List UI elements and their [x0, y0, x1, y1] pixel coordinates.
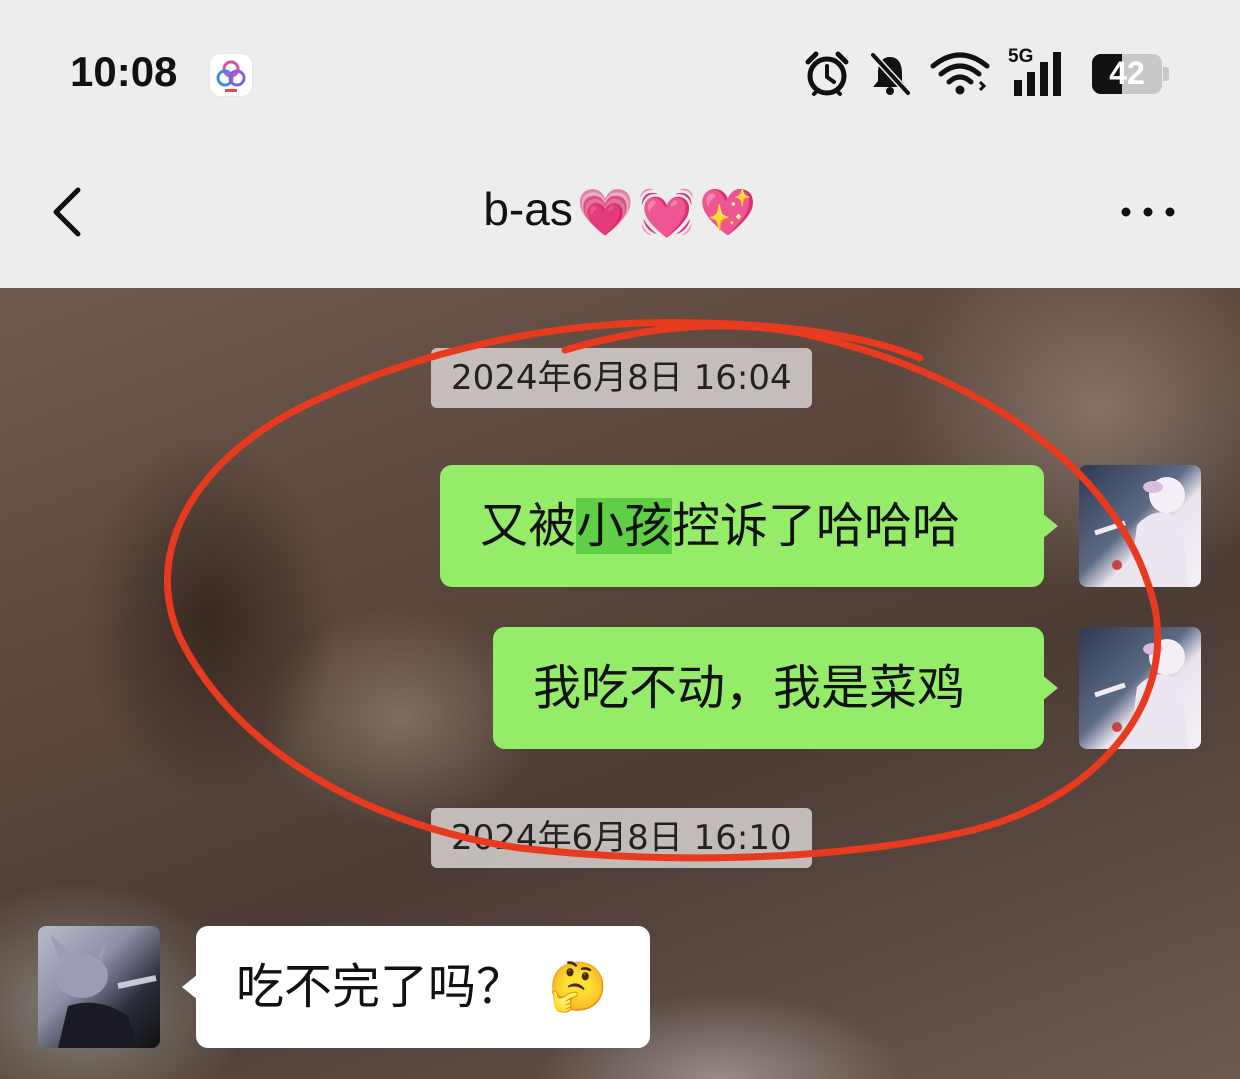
my-avatar[interactable] [1079, 627, 1201, 749]
title-emojis: 💗 💓 💖 [577, 185, 757, 240]
highlighted-text: 小孩 [576, 498, 673, 554]
beating-heart-emoji: 💓 [638, 186, 696, 239]
status-time: 10:08 [70, 48, 178, 95]
chat-title: b-as 💗 💓 💖 [0, 182, 1240, 240]
contact-avatar[interactable] [38, 926, 160, 1048]
status-icons: 5G 42 [804, 46, 1169, 100]
contact-name: b-as [483, 183, 573, 235]
incoming-message-bubble[interactable]: 吃不完了吗？ 🤔 [182, 926, 650, 1048]
bell-off-icon [870, 52, 911, 96]
growing-heart-emoji: 💗 [576, 186, 635, 239]
outgoing-message-bubble[interactable]: 又被小孩控诉了哈哈哈 [440, 465, 1058, 587]
message-text: 控诉了哈哈哈 [672, 498, 961, 554]
thinking-face-emoji: 🤔 [548, 959, 608, 1015]
more-button[interactable] [1118, 192, 1182, 232]
message-text: 又被 [480, 498, 577, 554]
multi-circle-app-icon [210, 54, 252, 96]
status-bar: 10:08 5G 42 [0, 0, 1240, 140]
cellular-5g-icon: 5G [1008, 46, 1070, 98]
chat-header: b-as 💗 💓 💖 [0, 140, 1240, 288]
battery-level: 42 [1109, 55, 1145, 91]
outgoing-message-bubble[interactable]: 我吃不动，我是菜鸡 [493, 627, 1058, 749]
timestamp-chip: 2024年6月8日 16:04 [431, 348, 812, 408]
more-dots-icon [1121, 207, 1175, 217]
wifi-icon [930, 52, 990, 95]
battery-indicator: 42 [1092, 54, 1169, 94]
my-avatar[interactable] [1079, 465, 1201, 587]
timestamp-chip: 2024年6月8日 16:10 [431, 808, 812, 868]
alarm-icon [805, 51, 849, 96]
chat-area[interactable]: 2024年6月8日 16:04 又被小孩控诉了哈哈哈 我吃不动，我是菜鸡 202… [0, 288, 1240, 1079]
sparkling-heart-emoji: 💖 [699, 186, 757, 239]
message-text: 吃不完了吗？ [236, 959, 525, 1015]
